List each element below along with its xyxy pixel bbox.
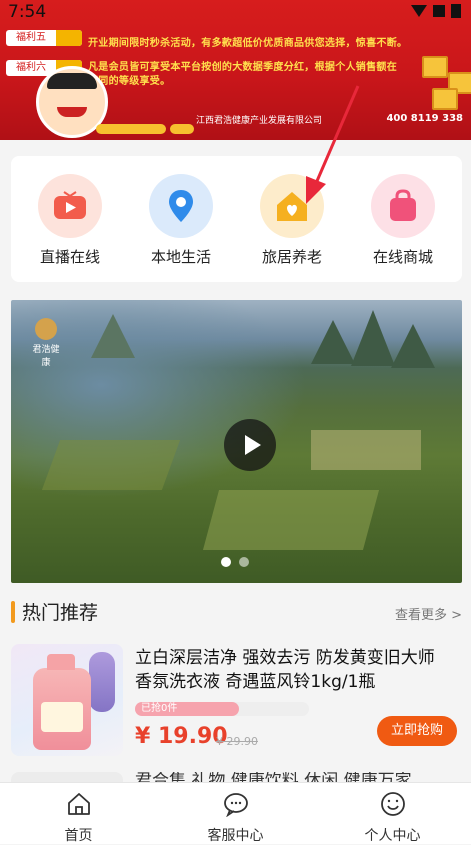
signal-icon (433, 5, 445, 17)
banner-phone: 400 8119 338 (386, 113, 463, 124)
product-card-partial[interactable]: 君合集 礼物 健康饮料 休闲 健康万家 (0, 772, 471, 782)
tab-customer-service[interactable]: 客服中心 (157, 791, 314, 845)
status-icons (411, 4, 461, 18)
promo-banner[interactable]: 福利五 福利六 开业期间限时秒杀活动，有多款超低价优质商品供您选择，惊喜不断。 … (0, 0, 471, 140)
banner-tag: 福利五 (6, 30, 82, 46)
view-more-link[interactable]: 查看更多 > (395, 604, 462, 623)
product-image (11, 644, 123, 756)
battery-icon (451, 4, 461, 18)
coins-decoration (170, 124, 194, 134)
tab-home[interactable]: 首页 (0, 791, 157, 845)
banner-line: 凡是会员皆可享受本平台按创的大数据季度分红，根据个人销售额在 (88, 62, 397, 73)
mountain-decoration (91, 314, 135, 358)
video-player[interactable]: 君浩健康 (11, 300, 462, 583)
status-time: 7:54 (8, 2, 47, 22)
field-decoration (41, 440, 181, 490)
play-tv-icon (38, 174, 102, 238)
category-label: 旅居养老 (261, 248, 322, 266)
tab-label: 个人中心 (364, 828, 421, 844)
product-image (11, 772, 123, 782)
tab-label: 客服中心 (207, 828, 264, 844)
bottom-tab-bar: 首页 客服中心 个人中心 (0, 782, 471, 844)
tab-profile[interactable]: 个人中心 (314, 791, 471, 845)
category-online-mall[interactable]: 在线商城 (358, 174, 448, 267)
carousel-dot[interactable] (239, 557, 249, 567)
smile-face-icon (380, 792, 405, 816)
product-old-price: ¥ 29.90 (216, 735, 258, 748)
gift-box-icon (422, 56, 448, 78)
banner-line: 开业期间限时秒杀活动，有多款超低价优质商品供您选择，惊喜不断。 (88, 38, 408, 49)
video-logo-text: 君浩健康 (32, 345, 60, 368)
category-live[interactable]: 直播在线 (25, 174, 115, 267)
field-decoration (311, 430, 421, 470)
banner-company: 江西君浩健康产业发展有限公司 (196, 116, 323, 126)
detergent-bottle-image (33, 654, 91, 750)
section-accent-bar (11, 601, 15, 623)
house-heart-icon (260, 174, 324, 238)
buy-now-button[interactable]: 立即抢购 (377, 716, 457, 746)
coins-decoration (96, 124, 166, 134)
mountain-decoration (391, 324, 435, 368)
chat-bubble-icon (223, 793, 248, 818)
product-price: ¥ 19.90 (135, 724, 228, 749)
product-card[interactable]: 立白深层洁净 强效去污 防发黄变旧大师香氛洗衣液 奇遇蓝风铃1kg/1瓶 已抢0… (0, 636, 471, 766)
shopping-bag-icon (371, 174, 435, 238)
hot-section-header: 热门推荐 查看更多 > (0, 596, 471, 628)
product-name: 立白深层洁净 强效去污 防发黄变旧大师香氛洗衣液 奇遇蓝风铃1kg/1瓶 (135, 648, 435, 692)
section-title: 热门推荐 (22, 602, 99, 624)
sold-progress-bar: 已抢0件 (135, 702, 309, 716)
category-label: 直播在线 (39, 248, 100, 266)
wifi-icon (411, 5, 427, 17)
home-icon (67, 793, 90, 815)
gift-box-icon (432, 88, 458, 110)
product-name-partial: 君合集 礼物 健康饮料 休闲 健康万家 (135, 772, 412, 782)
sold-text: 已抢0件 (141, 703, 178, 714)
carousel-dots (221, 557, 249, 567)
category-travel-elderly[interactable]: 旅居养老 (247, 174, 337, 267)
category-local-life[interactable]: 本地生活 (136, 174, 226, 267)
carousel-dot[interactable] (221, 557, 231, 567)
mountain-decoration (351, 310, 395, 366)
tab-label: 首页 (64, 828, 93, 844)
category-grid: 直播在线 本地生活 旅居养老 在线商城 (11, 156, 462, 282)
category-label: 本地生活 (150, 248, 211, 266)
brand-logo-icon (35, 318, 57, 340)
field-decoration (202, 490, 380, 550)
location-pin-icon (149, 174, 213, 238)
play-button[interactable] (224, 419, 276, 471)
category-label: 在线商城 (372, 248, 433, 266)
mountain-decoration (311, 320, 355, 364)
lavender-decoration (89, 652, 115, 712)
video-logo: 君浩健康 (29, 318, 63, 368)
